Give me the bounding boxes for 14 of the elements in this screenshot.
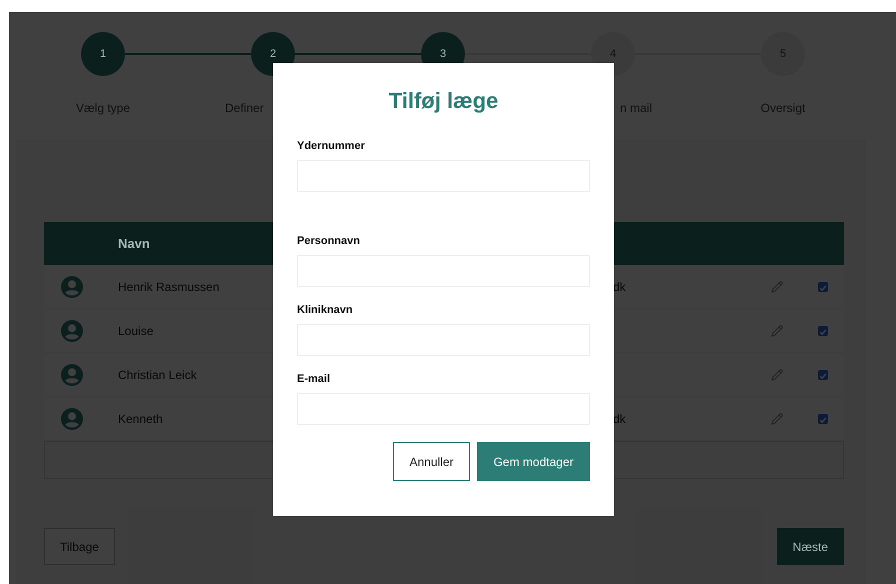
save-button[interactable]: Gem modtager: [477, 442, 590, 481]
field-label: E-mail: [297, 373, 332, 385]
table-cell: Henrik Rasmussen: [118, 280, 220, 294]
table-cell: dk: [613, 412, 626, 426]
table-cell: Christian Leick: [118, 368, 197, 382]
table-cell: dk: [613, 280, 626, 294]
field-label: Ydernummer: [297, 140, 366, 152]
dialog-title: Tilføj læge: [388, 88, 500, 114]
table-cell: Louise: [118, 324, 154, 338]
column-header: Navn: [118, 236, 150, 251]
table-cell: Kenneth: [118, 412, 163, 426]
cancel-button[interactable]: Annuller: [393, 442, 470, 481]
field-label: Personnavn: [297, 235, 361, 247]
field-label: Kliniknavn: [297, 304, 354, 316]
